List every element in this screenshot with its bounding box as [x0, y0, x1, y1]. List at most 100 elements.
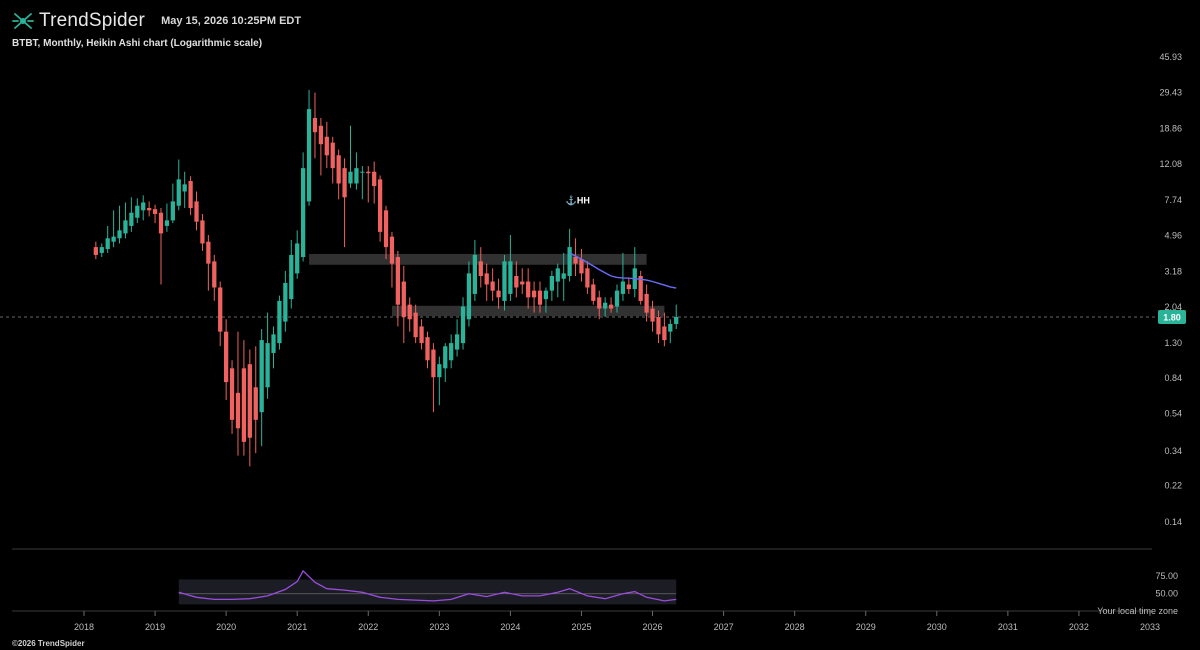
candle-body: [472, 254, 477, 294]
candle: [247, 349, 252, 467]
candle-body: [626, 284, 631, 290]
candle-body: [656, 317, 661, 335]
candle: [318, 117, 324, 176]
price-pane[interactable]: ⚓HH: [0, 89, 1155, 467]
x-tick-label: 2033: [1140, 622, 1160, 632]
chart-canvas[interactable]: ⚓HH 45.9329.4318.8612.087.744.963.182.04…: [0, 0, 1200, 650]
candle-body: [265, 343, 270, 388]
x-tick-label: 2029: [856, 622, 876, 632]
candle-body: [585, 268, 590, 288]
candle-body: [152, 209, 158, 214]
candle-body: [496, 290, 501, 298]
candle-body: [662, 326, 667, 341]
y-tick-label: 0.84: [1164, 373, 1182, 383]
candle-body: [591, 284, 596, 301]
candle-body: [425, 337, 430, 361]
candle: [443, 343, 448, 383]
candle: [454, 319, 460, 357]
candle-body: [306, 109, 312, 202]
candle: [170, 183, 175, 224]
candle-body: [443, 346, 448, 369]
candle: [152, 204, 158, 224]
candle: [579, 248, 584, 282]
candle: [271, 326, 276, 369]
candle: [372, 161, 377, 204]
axes: 45.9329.4318.8612.087.744.963.182.041.30…: [12, 52, 1186, 632]
candle-body: [531, 290, 537, 298]
candle: [662, 312, 667, 347]
candle-body: [164, 220, 170, 226]
candle: [377, 175, 383, 242]
candle-body: [668, 323, 673, 332]
candle-body: [318, 125, 324, 145]
candle: [425, 331, 430, 369]
candle: [253, 346, 258, 454]
candle-body: [520, 281, 525, 285]
x-tick-label: 2025: [571, 622, 591, 632]
candle-body: [271, 334, 276, 353]
candle: [295, 230, 300, 279]
x-tick-label: 2027: [714, 622, 734, 632]
candle: [626, 277, 631, 294]
candle-body: [212, 261, 217, 288]
candle-body: [614, 290, 620, 307]
candle-body: [419, 326, 424, 344]
candle-body: [555, 268, 560, 282]
candle-body: [111, 236, 116, 242]
candle-body: [354, 168, 359, 184]
candle: [324, 121, 329, 169]
candle-body: [543, 290, 549, 300]
candle: [129, 197, 134, 232]
y-tick-label: 18.86: [1159, 123, 1182, 133]
candle-body: [413, 312, 418, 338]
x-tick-label: 2022: [358, 622, 378, 632]
x-tick-label: 2028: [785, 622, 805, 632]
candle-body: [277, 300, 282, 344]
x-tick-label: 2021: [287, 622, 307, 632]
candle-body: [99, 247, 104, 253]
candle: [241, 340, 247, 456]
candle: [105, 225, 110, 253]
candle-body: [93, 247, 98, 255]
candle: [194, 191, 199, 231]
candle: [650, 300, 655, 332]
candle: [283, 270, 288, 332]
candle-body: [188, 180, 193, 208]
candle-body: [620, 281, 626, 294]
y-tick-label: 0.14: [1164, 517, 1182, 527]
candle: [188, 176, 193, 216]
candle: [93, 241, 98, 260]
oscillator-pane[interactable]: [178, 569, 677, 605]
candle-body: [395, 257, 401, 305]
candle: [567, 228, 572, 282]
candle-body: [407, 304, 412, 320]
y-tick-label: 1.30: [1164, 338, 1182, 348]
candle-body: [241, 368, 247, 442]
candle: [449, 334, 454, 369]
candle-body: [484, 273, 489, 285]
anchor-icon: ⚓: [566, 194, 577, 205]
candle: [182, 171, 187, 208]
candle-body: [383, 210, 389, 248]
candle: [336, 149, 341, 200]
candle: [591, 278, 596, 305]
candle-body: [537, 290, 543, 305]
x-tick-label: 2032: [1069, 622, 1089, 632]
y-tick-label: 12.08: [1159, 159, 1182, 169]
candle-body: [182, 184, 187, 192]
candle: [99, 243, 104, 258]
candle: [300, 152, 306, 262]
x-tick-label: 2026: [643, 622, 663, 632]
candle: [466, 261, 472, 327]
hh-label: HH: [577, 195, 590, 205]
candle-body: [194, 201, 199, 222]
x-tick-label: 2018: [74, 622, 94, 632]
y-tick-label: 45.93: [1159, 52, 1182, 62]
x-tick-label: 2024: [500, 622, 520, 632]
candle-body: [674, 317, 679, 324]
candle-body: [129, 212, 134, 226]
candle-body: [117, 230, 122, 239]
candle-body: [561, 273, 566, 279]
candle-body: [224, 331, 229, 383]
candle-body: [200, 220, 205, 244]
